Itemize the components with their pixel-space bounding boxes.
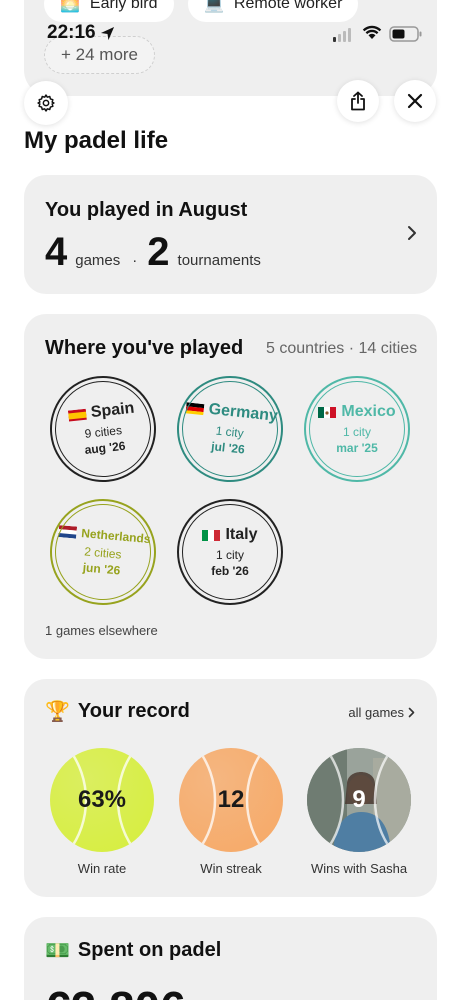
country-stamp-mexico[interactable]: Mexico 1 city mar '25 [304,376,410,482]
month-summary-title: You played in August [45,199,248,221]
country-stamp-germany[interactable]: Germany 1 city jul '26 [171,370,289,488]
spent-amount: €2,806 [45,981,186,1000]
win-streak-label: Win streak [200,861,262,876]
country-cities: 1 city [215,548,244,562]
record-title: 🏆 Your record [45,700,190,723]
country-name: Spain [90,399,136,422]
settings-button[interactable] [24,81,68,125]
chevron-right-icon [408,707,415,718]
country-date: aug '26 [83,438,127,457]
country-cities: 9 cities [83,423,123,441]
country-date: jun '26 [82,560,121,578]
page-title: My padel life [24,127,169,154]
battery-icon [389,26,422,42]
location-arrow-icon [100,26,114,40]
record-card: 🏆 Your record all games 63% 12 9 Win rat… [24,679,437,897]
cellular-signal-icon [333,28,351,42]
germany-flag-icon [185,401,205,416]
country-name: Italy [225,526,258,543]
clock: 22:16 [47,22,115,44]
country-name: Germany [207,400,279,425]
country-cities: 1 city [342,425,371,439]
spain-flag-icon [67,408,87,422]
trophy-icon: 🏆 [45,701,70,723]
spent-card: 💵 Spent on padel €2,806 [24,917,437,1000]
country-cities: 2 cities [83,544,123,562]
elsewhere-note: 1 games elsewhere [45,623,158,638]
win-streak-ball[interactable]: 12 [179,748,283,852]
games-label: games [75,252,121,269]
tournaments-label: tournaments [177,252,261,269]
win-streak-value: 12 [217,786,245,813]
badge-label: Remote worker [233,0,343,12]
chevron-right-icon [408,226,416,240]
page: 🌅 Early bird 💻 Remote worker + 24 more 2… [0,0,461,1000]
wins-with-partner-value: 9 [352,786,366,813]
country-name: Mexico [341,403,396,420]
share-button[interactable] [337,80,379,122]
wifi-icon [362,25,382,39]
share-icon [351,91,365,111]
country-date: feb '26 [211,564,249,578]
italy-flag-icon [202,529,221,541]
where-played-summary: 5 countries · 14 cities [266,340,418,357]
netherlands-flag-icon [57,525,77,539]
win-rate-value: 63% [77,786,127,813]
sunrise-icon: 🌅 [60,0,80,13]
close-icon [407,93,423,109]
games-count: 4 [45,230,68,274]
month-summary-counts: 4 games · 2 tournaments [45,230,261,275]
tournaments-count: 2 [147,230,170,274]
country-cities: 1 city [215,423,245,441]
badge-label: Early bird [89,0,158,12]
win-rate-ball[interactable]: 63% [50,748,154,852]
separator: · [132,252,138,269]
spent-title: 💵 Spent on padel [45,939,222,962]
wins-with-partner-ball[interactable]: 9 [307,748,411,852]
all-games-link[interactable]: all games [348,705,415,720]
where-played-title: Where you've played [45,337,244,359]
money-icon: 💵 [45,940,70,962]
close-button[interactable] [394,80,436,122]
month-summary-card[interactable]: You played in August 4 games · 2 tournam… [24,175,437,294]
country-stamp-italy[interactable]: Italy 1 city feb '26 [177,499,283,605]
badge-chip-remote-worker[interactable]: 💻 Remote worker [188,0,359,22]
country-name: Netherlands [80,526,152,547]
country-date: mar '25 [336,441,378,455]
country-stamp-spain[interactable]: Spain 9 cities aug '26 [44,370,162,488]
where-played-card: Where you've played 5 countries · 14 cit… [24,314,437,659]
mexico-flag-icon [318,406,337,418]
country-stamp-netherlands[interactable]: Netherlands 2 cities jun '26 [45,494,161,610]
gear-icon [37,94,55,112]
badge-chip-early-bird[interactable]: 🌅 Early bird [44,0,174,22]
country-date: jul '26 [210,439,246,457]
status-bar: 22:16 [0,22,461,48]
win-rate-label: Win rate [77,861,127,876]
laptop-icon: 💻 [204,0,224,13]
wins-with-partner-label: Wins with Sasha [310,861,408,876]
